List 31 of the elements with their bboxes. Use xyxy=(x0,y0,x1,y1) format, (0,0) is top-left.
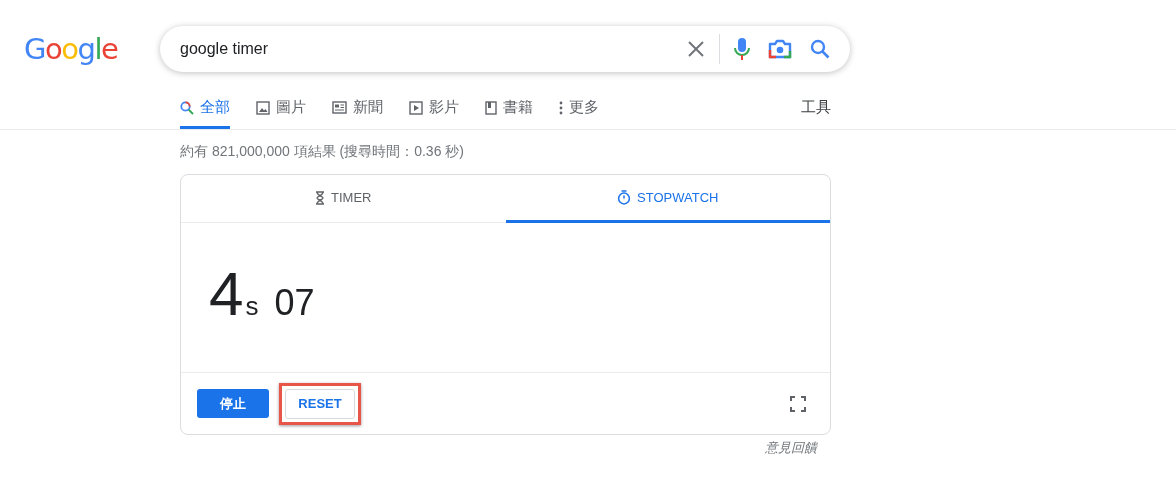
play-icon xyxy=(409,100,423,115)
feedback-link[interactable]: 意見回饋 xyxy=(765,440,817,455)
search-field[interactable]: google timer xyxy=(160,26,850,72)
search-icon[interactable] xyxy=(810,39,830,59)
seconds-unit: s xyxy=(245,291,259,322)
hundredths-value: 07 xyxy=(274,282,315,324)
google-logo[interactable]: Google xyxy=(24,26,160,72)
stop-button[interactable]: 停止 xyxy=(197,389,269,418)
widget-tab[interactable]: TIMER xyxy=(181,175,506,223)
seconds-value: 4 xyxy=(209,263,244,325)
nav-tab[interactable]: 更多 xyxy=(559,88,599,129)
tools-button[interactable]: 工具 xyxy=(801,88,831,129)
nav-tab[interactable]: 圖片 xyxy=(256,88,306,129)
image-icon xyxy=(256,100,270,115)
reset-button[interactable]: RESET xyxy=(285,388,355,419)
fullscreen-icon[interactable] xyxy=(790,395,806,412)
nav-tab[interactable]: 全部 xyxy=(180,88,230,129)
nav-tab[interactable]: 新聞 xyxy=(332,88,383,129)
stopwatch-icon xyxy=(617,190,632,205)
search-icon xyxy=(180,100,194,115)
newspaper-icon xyxy=(332,101,347,114)
result-stats: 約有 821,000,000 項結果 (搜尋時間：0.36 秒) xyxy=(180,142,465,161)
close-icon[interactable] xyxy=(687,40,705,58)
microphone-icon[interactable] xyxy=(734,37,750,61)
book-icon xyxy=(485,100,497,115)
nav-tab[interactable]: 書籍 xyxy=(485,88,533,129)
nav-tab[interactable]: 影片 xyxy=(409,88,459,129)
widget-tab[interactable]: STOPWATCH xyxy=(505,175,830,223)
hourglass-icon xyxy=(315,190,325,205)
more-icon xyxy=(559,100,563,115)
camera-icon[interactable] xyxy=(768,38,792,60)
